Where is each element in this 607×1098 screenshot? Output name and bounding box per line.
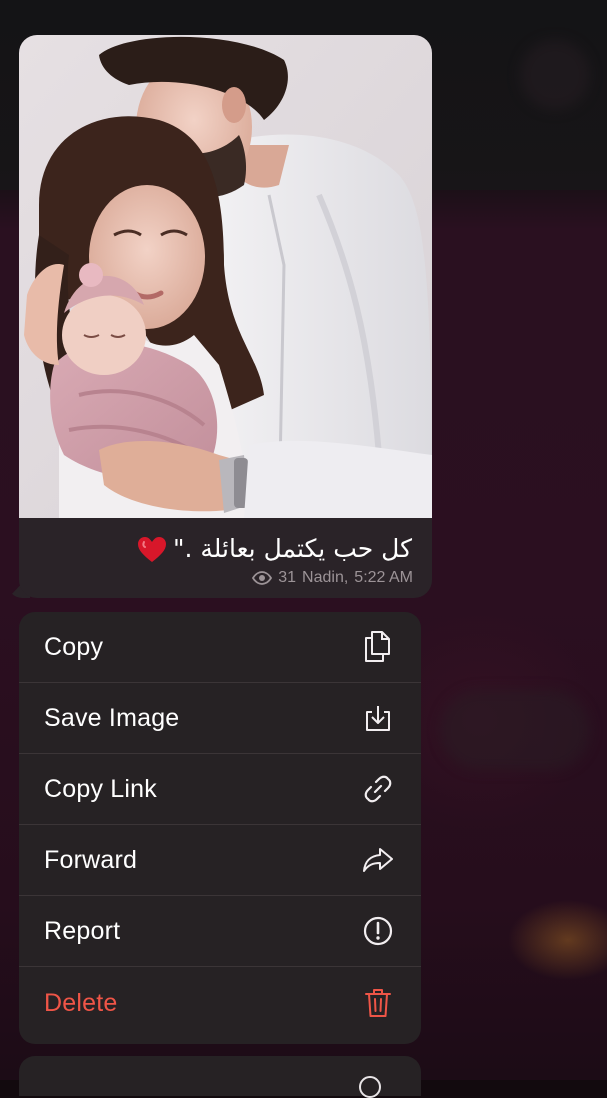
heart-emoji-icon bbox=[137, 536, 167, 564]
info-icon bbox=[359, 1076, 381, 1098]
menu-label-delete: Delete bbox=[44, 988, 118, 1017]
forward-icon bbox=[361, 843, 395, 877]
trash-icon bbox=[361, 986, 395, 1020]
message-meta: 31 Nadin, 5:22 AM bbox=[252, 568, 413, 588]
menu-item-copy[interactable]: Copy bbox=[19, 612, 421, 683]
menu-item-copy-link[interactable]: Copy Link bbox=[19, 754, 421, 825]
save-image-icon bbox=[361, 701, 395, 735]
menu-item-report[interactable]: Report bbox=[19, 896, 421, 967]
menu-item-delete[interactable]: Delete bbox=[19, 967, 421, 1039]
menu-label-save-image: Save Image bbox=[44, 703, 180, 732]
secondary-menu-peek[interactable] bbox=[19, 1056, 421, 1098]
caption-text: كل حب يكتمل بعائلة ." bbox=[172, 534, 412, 563]
eye-icon bbox=[252, 571, 273, 585]
family-photo-image bbox=[19, 35, 432, 518]
blurred-avatar bbox=[520, 40, 590, 110]
report-icon bbox=[361, 914, 395, 948]
view-count: 31 bbox=[278, 569, 297, 586]
blurred-message bbox=[440, 690, 590, 770]
menu-label-report: Report bbox=[44, 916, 121, 945]
menu-label-copy-link: Copy Link bbox=[44, 774, 157, 803]
menu-label-forward: Forward bbox=[44, 845, 138, 874]
message-author: Nadin, bbox=[302, 569, 349, 586]
link-icon bbox=[361, 772, 395, 806]
menu-label-copy: Copy bbox=[44, 632, 104, 661]
menu-item-forward[interactable]: Forward bbox=[19, 825, 421, 896]
message-photo[interactable] bbox=[19, 35, 432, 518]
message-context-menu: Copy Save Image Copy Link Forward Report… bbox=[19, 612, 421, 1044]
message-caption: كل حب يكتمل بعائلة ." bbox=[41, 532, 412, 566]
message-time: 5:22 AM bbox=[354, 569, 413, 586]
message-bubble[interactable]: كل حب يكتمل بعائلة ." 31 Nadin, 5:22 AM bbox=[19, 35, 432, 598]
copy-icon bbox=[361, 630, 395, 664]
menu-item-save-image[interactable]: Save Image bbox=[19, 683, 421, 754]
